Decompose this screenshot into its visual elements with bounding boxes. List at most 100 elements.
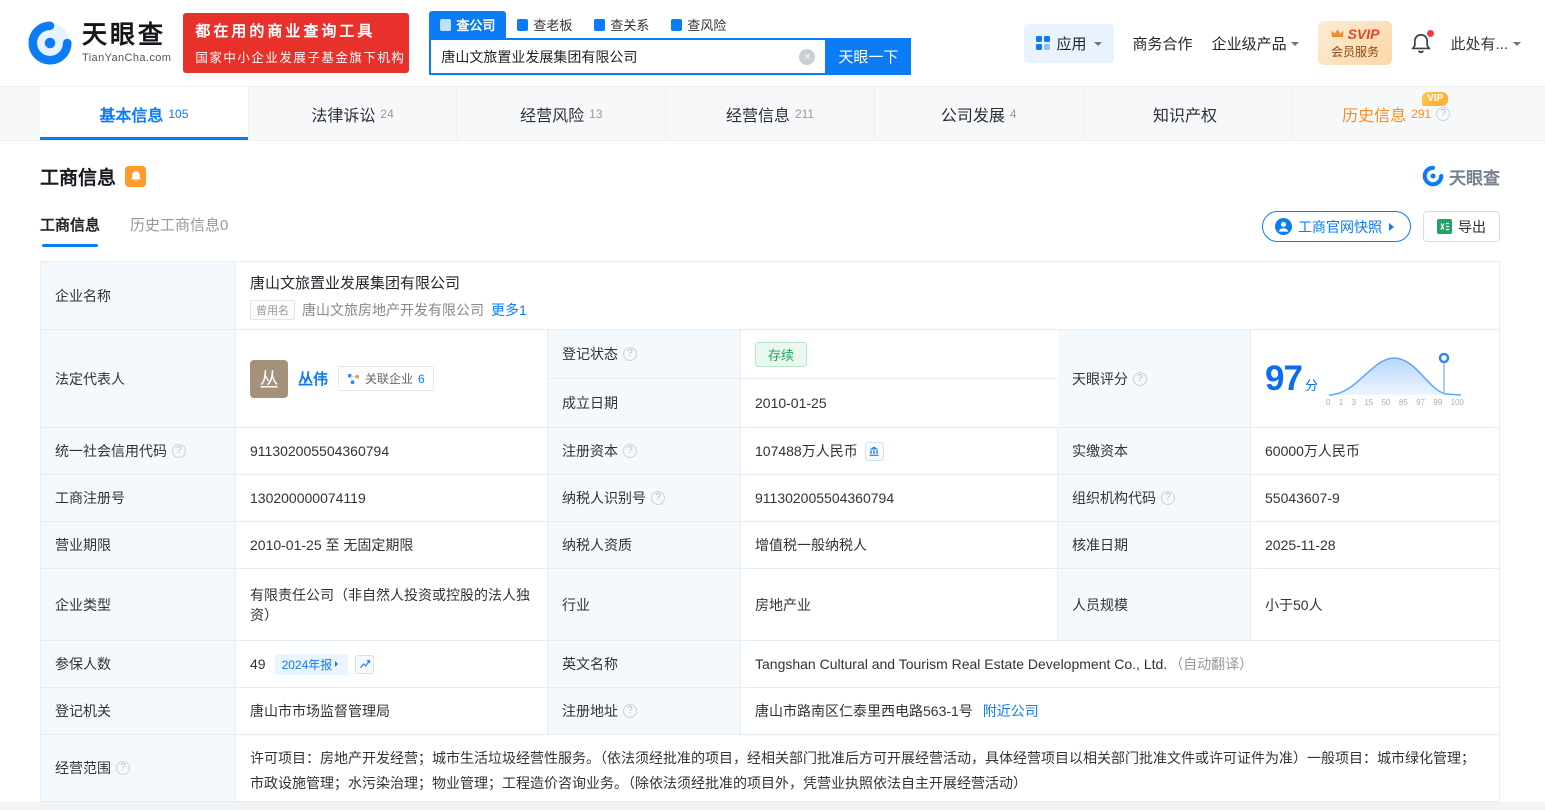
field-label: 核准日期 [1072, 535, 1128, 555]
field-label: 营业期限 [55, 535, 111, 555]
table-row: 参保人数 49 2024年报 英文名称 [41, 641, 1499, 688]
excel-icon [1437, 219, 1452, 234]
tab-operation-info[interactable]: 经营信息 211 [666, 87, 875, 140]
former-name-tag: 曾用名 [250, 300, 295, 320]
help-icon[interactable] [1133, 372, 1147, 386]
promo-line-2: 国家中小企业发展子基金旗下机构 [195, 47, 397, 66]
field-value: 60000万人民币 [1265, 441, 1360, 461]
related-companies-tag[interactable]: 关联企业 6 [338, 366, 434, 391]
help-icon[interactable] [116, 761, 130, 775]
help-icon[interactable] [623, 704, 637, 718]
field-label: 人员规模 [1072, 595, 1128, 615]
legal-rep-name-link[interactable]: 丛伟 [298, 368, 328, 389]
search-tab-boss[interactable]: 查老板 [506, 11, 583, 38]
help-icon[interactable] [623, 347, 637, 361]
field-label: 英文名称 [562, 654, 618, 674]
tianyan-score: 97 分 [1265, 359, 1318, 399]
top-header: 天眼查 TianYanCha.com 都在用的商业查询工具 国家中小企业发展子基… [0, 0, 1545, 87]
help-icon[interactable] [651, 491, 665, 505]
notification-dot [1427, 30, 1434, 37]
page: 天眼查 TianYanCha.com 都在用的商业查询工具 国家中小企业发展子基… [0, 0, 1545, 802]
promo-banner[interactable]: 都在用的商业查询工具 国家中小企业发展子基金旗下机构 [183, 13, 409, 73]
field-label: 注册地址 [562, 701, 618, 721]
tab-basic-info[interactable]: 基本信息 105 [40, 87, 249, 140]
field-value: 911302005504360794 [755, 490, 894, 506]
official-snapshot-button[interactable]: 工商官网快照 [1262, 211, 1411, 242]
search-button[interactable]: 天眼一下 [825, 38, 911, 75]
main-nav-tabs: 基本信息 105 法律诉讼 24 经营风险 13 经营信息 211 公司发展 4… [0, 87, 1545, 141]
field-value: 107488万人民币 [755, 441, 858, 461]
field-label: 企业名称 [55, 286, 111, 306]
bank-icon [868, 445, 880, 457]
chevron-down-icon [1291, 42, 1299, 50]
field-value: 2010-01-25 至 无固定期限 [250, 535, 413, 555]
legal-rep-avatar[interactable]: 丛 [250, 360, 288, 398]
brand-logo[interactable]: 天眼查 TianYanCha.com [27, 20, 171, 66]
help-icon[interactable] [623, 444, 637, 458]
subscribe-bell-icon[interactable] [125, 166, 146, 187]
help-icon[interactable] [1436, 107, 1450, 121]
tab-legal-litigation[interactable]: 法律诉讼 24 [249, 87, 458, 140]
search-tab-risk[interactable]: 查风险 [660, 11, 737, 38]
field-value: 49 [250, 656, 266, 672]
vip-badge: VIP [1422, 92, 1448, 106]
field-value: 130200000074119 [250, 490, 366, 506]
search-input-wrap [429, 38, 825, 75]
annual-report-tag[interactable]: 2024年报 [275, 654, 349, 675]
score-axis: 0131550859799100 [1326, 398, 1464, 407]
subtab-business-info[interactable]: 工商信息 [40, 214, 100, 247]
tab-company-development[interactable]: 公司发展 4 [875, 87, 1084, 140]
field-value: 有限责任公司（非自然人投资或控股的法人独资） [250, 585, 533, 625]
apps-grid-icon [1036, 36, 1050, 50]
nearby-companies-link[interactable]: 附近公司 [983, 701, 1039, 721]
tab-intellectual-property[interactable]: 知识产权 [1084, 87, 1293, 140]
field-label: 法定代表人 [55, 369, 125, 389]
field-label: 企业类型 [55, 595, 111, 615]
field-label: 纳税人识别号 [562, 488, 646, 508]
company-name: 唐山文旅置业发展集团有限公司 [250, 272, 460, 293]
notification-bell-icon[interactable] [1411, 33, 1431, 54]
logo-text-en: TianYanCha.com [82, 52, 171, 64]
export-button[interactable]: 导出 [1423, 211, 1500, 242]
table-row: 经营范围 许可项目：房地产开发经营；城市生活垃圾经营性服务。（依法须经批准的项目… [41, 735, 1499, 801]
svip-membership-button[interactable]: SVIP 会员服务 [1318, 21, 1393, 65]
status-badge: 存续 [755, 342, 807, 367]
field-value: 911302005504360794 [250, 443, 389, 459]
subtab-history-business-info[interactable]: 历史工商信息0 [130, 214, 228, 247]
field-value: 2010-01-25 [755, 395, 827, 411]
field-label: 统一社会信用代码 [55, 441, 167, 461]
business-info-table: 企业名称 唐山文旅置业发展集团有限公司 曾用名 唐山文旅房地产开发有限公司 更多… [40, 261, 1500, 802]
tianyancha-watermark: 天眼查 [1422, 164, 1500, 189]
search-tab-company[interactable]: 查公司 [429, 11, 506, 38]
section-title: 工商信息 [40, 163, 116, 190]
capital-detail-icon[interactable] [865, 442, 884, 461]
field-label: 组织机构代码 [1072, 488, 1156, 508]
tab-operational-risk[interactable]: 经营风险 13 [457, 87, 666, 140]
arrow-right-icon [335, 661, 341, 667]
company-tab-icon [440, 19, 451, 31]
enterprise-products-menu[interactable]: 企业级产品 [1212, 33, 1299, 54]
account-menu[interactable]: 此处有... [1450, 33, 1521, 54]
search-block: 查公司 查老板 查关系 查风险 [429, 11, 911, 75]
tab-history-info[interactable]: VIP 历史信息 291 [1292, 87, 1500, 140]
field-label: 登记机关 [55, 701, 111, 721]
table-row: 营业期限 2010-01-25 至 无固定期限 纳税人资质 增值税一般纳税人 核… [41, 522, 1499, 569]
company-search-input[interactable] [441, 49, 799, 65]
field-value: 小于50人 [1265, 595, 1323, 615]
field-label: 工商注册号 [55, 488, 125, 508]
field-label: 登记状态 [562, 344, 618, 364]
chevron-down-icon [1094, 42, 1102, 50]
table-row: 法定代表人 丛 丛伟 关联企业 6 登记状态 [41, 330, 1499, 428]
table-row: 统一社会信用代码 911302005504360794 注册资本 107488万… [41, 428, 1499, 475]
insured-trend-icon[interactable] [355, 655, 374, 674]
field-label: 行业 [562, 595, 590, 615]
clear-search-icon[interactable] [799, 49, 815, 65]
business-cooperation-link[interactable]: 商务合作 [1133, 33, 1193, 54]
more-former-names-link[interactable]: 更多1 [491, 300, 527, 320]
search-tab-relation[interactable]: 查关系 [583, 11, 660, 38]
table-row: 企业名称 唐山文旅置业发展集团有限公司 曾用名 唐山文旅房地产开发有限公司 更多… [41, 262, 1499, 330]
help-icon[interactable] [1161, 491, 1175, 505]
help-icon[interactable] [172, 444, 186, 458]
apps-menu-button[interactable]: 应用 [1024, 24, 1114, 63]
trend-chart-icon [359, 658, 371, 670]
